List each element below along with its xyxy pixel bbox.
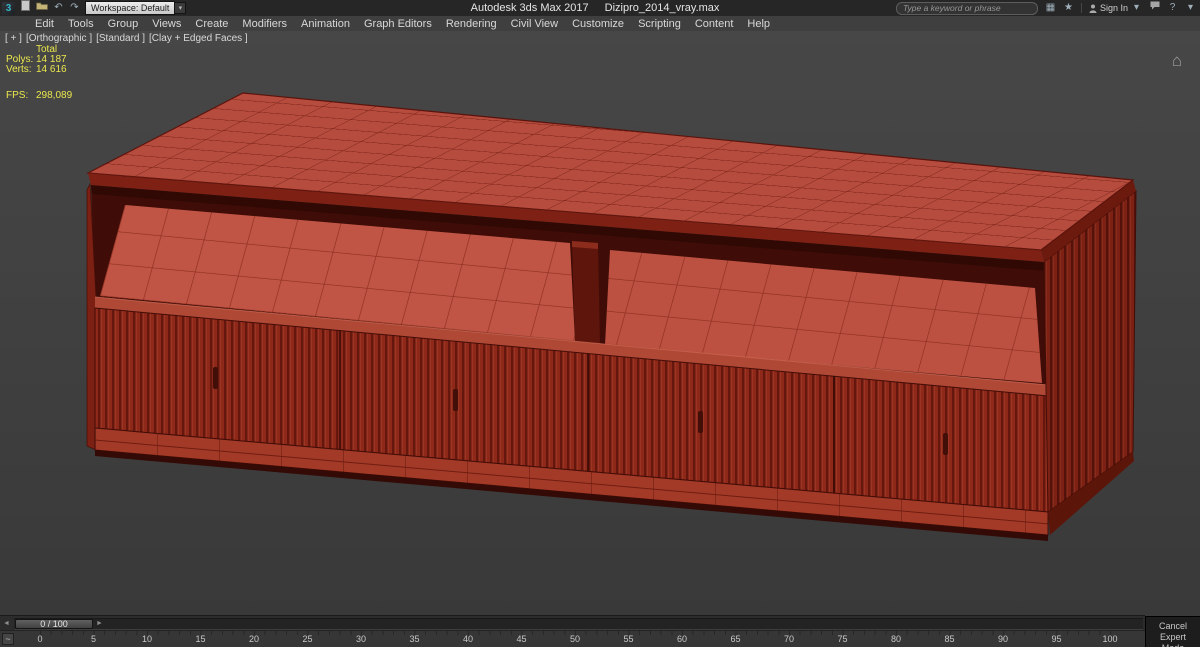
frame-indicator: 0 / 100 xyxy=(40,619,68,629)
ruler-tick-60: 60 xyxy=(676,634,688,644)
search-input[interactable] xyxy=(902,3,1031,13)
ruler-tick-25: 25 xyxy=(302,634,313,644)
stats-fps-label: FPS: xyxy=(6,90,29,101)
model-tv-stand[interactable] xyxy=(85,92,1137,541)
sign-in-label: Sign In xyxy=(1099,3,1128,13)
help-icon[interactable]: ? xyxy=(1167,0,1178,16)
ruler-tick-100: 100 xyxy=(1102,634,1118,644)
time-slider-thumb[interactable]: 0 / 100 xyxy=(15,619,93,629)
menu-item-civil-view[interactable]: Civil View xyxy=(504,18,565,30)
timeline-ruler[interactable]: ~ 0 5 10 15 20 25 30 35 40 45 50 55 60 65 70 75 80 85 90 95… xyxy=(0,630,1145,647)
toolbar-separator xyxy=(1080,3,1082,13)
ruler-tick-65: 65 xyxy=(730,634,741,644)
communication-center-icon[interactable] xyxy=(1149,0,1160,16)
person-icon xyxy=(1089,4,1097,13)
ruler-tick-90: 90 xyxy=(997,634,1009,644)
new-scene-icon[interactable] xyxy=(20,0,31,17)
menu-item-customize[interactable]: Customize xyxy=(565,18,631,30)
menu-item-create[interactable]: Create xyxy=(188,18,235,30)
sign-in-button[interactable]: Sign In ▾ xyxy=(1089,0,1142,16)
open-file-icon[interactable] xyxy=(36,0,48,16)
menu-item-rendering[interactable]: Rendering xyxy=(439,18,504,30)
menu-item-edit[interactable]: Edit xyxy=(28,18,61,30)
menu-item-content[interactable]: Content xyxy=(688,18,741,30)
next-frame-button[interactable]: ► xyxy=(93,617,106,630)
viewport-label-segment-3[interactable]: [Clay + Edged Faces ] xyxy=(149,33,248,44)
viewport-canvas[interactable] xyxy=(0,31,1200,616)
document-title: Dizipro_2014_vray.max xyxy=(604,2,720,14)
viewcube-home-icon[interactable]: ⌂ xyxy=(1172,51,1182,71)
titlebar: 3 ↶ ↷ Workspace: Default ▾ Autodesk 3ds … xyxy=(0,0,1200,17)
apps-icon[interactable]: ▦ xyxy=(1045,0,1056,16)
cancel-expert-mode-line1: Cancel Expert xyxy=(1158,621,1187,642)
workspace-dropdown-label: Workspace: Default xyxy=(85,1,176,15)
menu-item-tools[interactable]: Tools xyxy=(61,18,101,30)
app-title: Autodesk 3ds Max 2017 xyxy=(470,2,589,14)
ruler-tick-80: 80 xyxy=(890,634,902,644)
menu-item-modifiers[interactable]: Modifiers xyxy=(235,18,294,30)
ruler-tick-75: 75 xyxy=(837,634,848,644)
menu-item-views[interactable]: Views xyxy=(145,18,188,30)
window-title: Autodesk 3ds Max 2017 Dizipro_2014_vray.… xyxy=(471,0,720,16)
sign-in-arrow-icon: ▾ xyxy=(1133,2,1140,13)
ruler-tick-0: 0 xyxy=(37,634,43,644)
ruler-tick-50: 50 xyxy=(569,634,581,644)
previous-frame-button[interactable]: ◄ xyxy=(0,617,13,630)
stats-verts-value: 14 616 xyxy=(36,64,67,75)
workspace-dropdown[interactable]: Workspace: Default ▾ xyxy=(85,1,187,15)
quick-access-toolbar: 3 ↶ ↷ Workspace: Default ▾ xyxy=(2,0,187,17)
3ds-max-window: 3 ↶ ↷ Workspace: Default ▾ Autodesk 3ds … xyxy=(0,0,1200,647)
redo-icon[interactable]: ↷ xyxy=(69,0,80,16)
ruler-tick-55: 55 xyxy=(623,634,634,644)
viewport-label-segment-1[interactable]: [Orthographic ] xyxy=(26,33,92,44)
menubar-items: Edit Tools Group Views Create Modifiers Animat… xyxy=(0,16,1200,32)
menu-item-scripting[interactable]: Scripting xyxy=(631,18,688,30)
ruler-tick-20: 20 xyxy=(248,634,260,644)
viewport-label-segment-2[interactable]: [Standard ] xyxy=(96,33,145,44)
ruler-tick-5: 5 xyxy=(90,634,97,644)
menu-item-help[interactable]: Help xyxy=(740,18,777,30)
menu-item-graph-editors[interactable]: Graph Editors xyxy=(357,18,439,30)
time-slider-track[interactable]: 0 / 100 xyxy=(14,618,1143,630)
ruler-tick-85: 85 xyxy=(944,634,955,644)
time-slider[interactable]: ◄ 0 / 100 ► xyxy=(0,615,1145,631)
search-box[interactable] xyxy=(895,1,1038,15)
viewport-label: [ + ] [Orthographic ] [Standard ] [Clay + E… xyxy=(5,33,248,44)
ruler-tick-95: 95 xyxy=(1051,634,1062,644)
help-menu-arrow-icon[interactable]: ▾ xyxy=(1185,0,1196,16)
viewport[interactable]: [ + ] [Orthographic ] [Standard ] [Clay + E… xyxy=(0,31,1200,616)
viewport-statistics: Total Polys: 14 187 Verts: 14 616 FPS: 2… xyxy=(6,45,72,101)
ruler-tick-70: 70 xyxy=(783,634,795,644)
cancel-expert-mode-line2: Mode xyxy=(1146,643,1200,647)
ruler-tick-40: 40 xyxy=(462,634,474,644)
workspace-dropdown-arrow-icon[interactable]: ▾ xyxy=(175,2,187,14)
ruler-tick-10: 10 xyxy=(141,634,153,644)
menu-item-group[interactable]: Group xyxy=(101,18,146,30)
stats-fps-value: 298,089 xyxy=(36,90,73,101)
mini-curve-editor-button[interactable]: ~ xyxy=(2,633,14,645)
viewport-label-segment-0[interactable]: [ + ] xyxy=(5,33,22,44)
ruler-tick-30: 30 xyxy=(355,634,367,644)
ruler-tick-45: 45 xyxy=(516,634,527,644)
stats-verts-label: Verts: xyxy=(6,64,32,75)
menu-item-animation[interactable]: Animation xyxy=(294,18,357,30)
3ds-max-logo-icon[interactable]: 3 xyxy=(2,1,15,15)
cancel-expert-mode-button[interactable]: Cancel Expert Mode xyxy=(1145,616,1200,647)
infocenter-toolbar: ▦ ★ Sign In ▾ ? ▾ xyxy=(895,0,1196,16)
ruler-tick-15: 15 xyxy=(195,634,206,644)
undo-icon[interactable]: ↶ xyxy=(53,0,64,16)
favorites-icon[interactable]: ★ xyxy=(1063,0,1074,16)
ruler-tick-35: 35 xyxy=(409,634,420,644)
